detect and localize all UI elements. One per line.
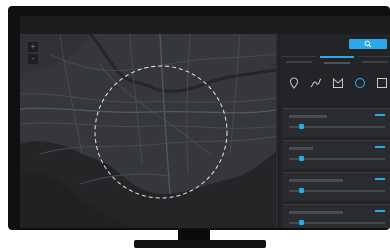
- section-2-toggle[interactable]: [375, 146, 385, 148]
- freehand-line-icon: [310, 78, 322, 88]
- tab-1-label: [286, 61, 312, 63]
- rectangle-tool[interactable]: [375, 76, 389, 90]
- section-2-slider-thumb[interactable]: [299, 156, 304, 161]
- title-bar: [20, 16, 390, 34]
- polygon-icon: [333, 77, 343, 88]
- section-4-toggle[interactable]: [375, 210, 385, 212]
- marker-icon: [289, 77, 299, 89]
- map-view[interactable]: + -: [20, 34, 276, 228]
- section-3-label: [289, 179, 343, 182]
- monitor-frame: + -: [8, 6, 390, 230]
- settings-section-2: [283, 140, 390, 169]
- circle-icon: [355, 78, 365, 88]
- tab-3-label: [362, 61, 388, 63]
- section-1-slider-thumb[interactable]: [299, 124, 304, 129]
- drawing-toolbar: [279, 74, 390, 92]
- zoom-out-button[interactable]: -: [28, 54, 38, 64]
- tab-2-label: [324, 62, 350, 64]
- settings-section-3: [283, 172, 390, 201]
- polygon-tool[interactable]: [331, 76, 345, 90]
- tab-1[interactable]: [282, 56, 316, 65]
- section-4-label: [289, 211, 343, 214]
- section-3-toggle[interactable]: [375, 178, 385, 180]
- zoom-in-button[interactable]: +: [28, 42, 38, 52]
- monitor-stand-neck: [178, 230, 210, 240]
- rectangle-icon: [377, 78, 387, 88]
- freehand-line-tool[interactable]: [309, 76, 323, 90]
- marker-tool[interactable]: [287, 76, 301, 90]
- map-canvas[interactable]: [20, 34, 276, 228]
- tab-2[interactable]: [320, 56, 354, 66]
- section-3-slider-track[interactable]: [289, 188, 385, 193]
- section-2-label: [289, 147, 313, 150]
- settings-section-4: [283, 204, 390, 228]
- settings-section-1: [283, 108, 390, 137]
- section-3-slider-thumb[interactable]: [299, 188, 304, 193]
- section-4-slider-track[interactable]: [289, 220, 385, 225]
- search-button[interactable]: [349, 39, 387, 49]
- section-1-slider-track[interactable]: [289, 124, 385, 129]
- section-1-toggle[interactable]: [375, 114, 385, 116]
- app-screen: + -: [20, 16, 390, 228]
- section-2-slider-track[interactable]: [289, 156, 385, 161]
- search-icon: [364, 40, 372, 48]
- circle-tool[interactable]: [353, 76, 367, 90]
- tab-3[interactable]: [358, 56, 390, 65]
- section-1-label: [289, 115, 327, 118]
- monitor-stand-base: [134, 240, 266, 248]
- section-4-slider-thumb[interactable]: [299, 220, 304, 225]
- side-panel: [278, 34, 390, 228]
- tab-bar: [279, 56, 390, 66]
